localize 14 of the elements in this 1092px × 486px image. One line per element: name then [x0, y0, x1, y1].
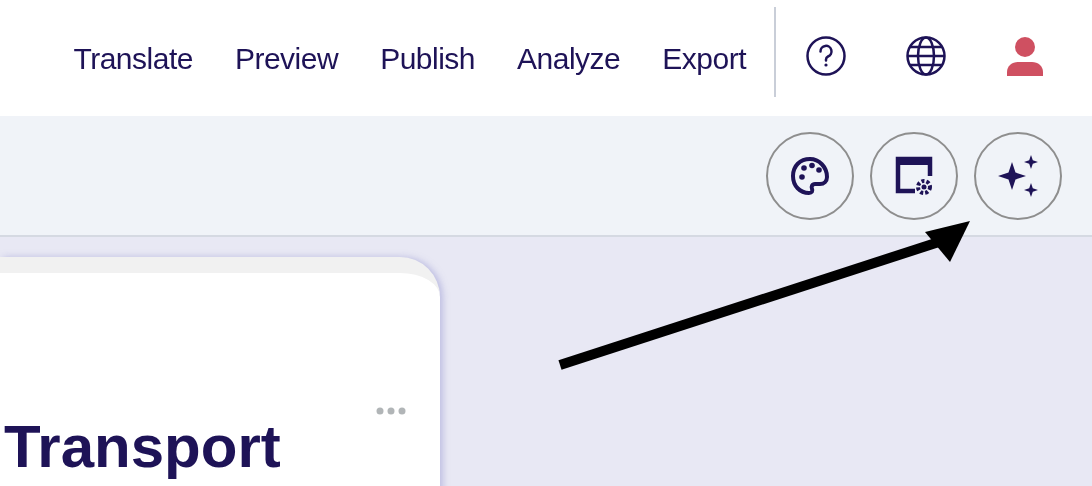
- window-settings-icon: [893, 154, 935, 197]
- palette-icon: [790, 155, 830, 196]
- window-settings-button[interactable]: [870, 131, 958, 220]
- user-icon[interactable]: [1006, 36, 1044, 76]
- palette-button[interactable]: [766, 131, 854, 220]
- nav-link[interactable]: Analyze: [509, 35, 629, 81]
- globe-icon[interactable]: [906, 36, 946, 76]
- nav-link[interactable]: Translate: [65, 35, 201, 81]
- help-icon[interactable]: [806, 36, 846, 76]
- nav-link[interactable]: Preview: [226, 35, 347, 81]
- card-title: Transport: [4, 417, 281, 477]
- nav-link[interactable]: Publish: [372, 35, 484, 81]
- nav-link[interactable]: Export: [654, 35, 754, 81]
- sparkles-button[interactable]: [974, 131, 1062, 220]
